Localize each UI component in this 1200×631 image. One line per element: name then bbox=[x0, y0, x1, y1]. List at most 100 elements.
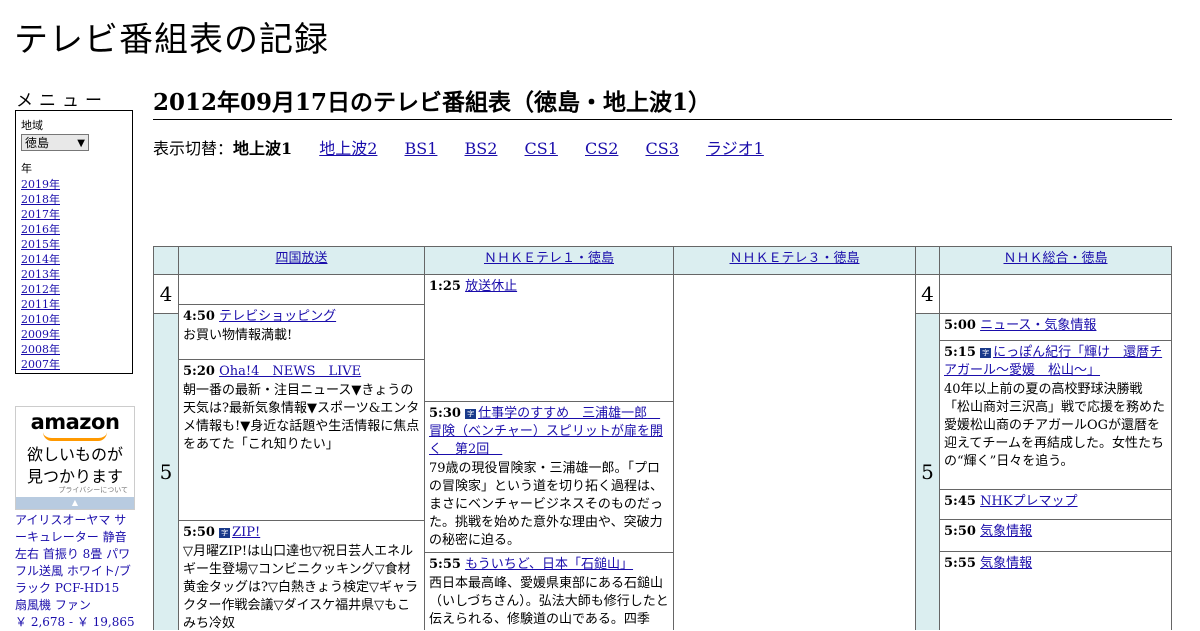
switcher-current: 地上波1 bbox=[233, 139, 293, 158]
switcher-link-bs1[interactable]: BS1 bbox=[405, 139, 438, 158]
program-time: 5:20 bbox=[183, 364, 215, 379]
year-link[interactable]: 2015年 bbox=[21, 238, 60, 251]
program-time: 5:55 bbox=[944, 556, 976, 571]
subtitle-badge-icon: 字 bbox=[219, 528, 231, 538]
program-time: 5:45 bbox=[944, 494, 976, 509]
program-cell: 5:50 字 ZIP! ▽月曜ZIP!は山口達也▽祝日芸人エネルギー生登場▽コンビ… bbox=[178, 520, 425, 630]
program-title[interactable]: 気象情報 bbox=[980, 524, 1032, 539]
year-link[interactable]: 2017年 bbox=[21, 208, 60, 221]
program-title[interactable]: テレビショッピング bbox=[219, 309, 336, 324]
channel-header: 四国放送 bbox=[178, 246, 425, 275]
dropdown-arrow-icon: ▼ bbox=[77, 138, 85, 149]
menu-title: メニュー bbox=[16, 91, 108, 111]
program-grid: 四国放送 ＮＨＫＥテレ１・徳島 ＮＨＫＥテレ３・徳島 ＮＨＫ総合・徳島 4 5 … bbox=[153, 246, 1172, 630]
program-desc: 朝一番の最新・注目ニュース▼きょうの天気は?最新気象情報▼スポーツ&エンタメ情報… bbox=[183, 383, 420, 452]
site-title: テレビ番組表の記録 bbox=[14, 20, 329, 60]
program-time: 4:50 bbox=[183, 309, 215, 324]
program-time: 5:50 bbox=[183, 525, 215, 540]
program-cell: 5:45 NHKプレマップ bbox=[939, 489, 1172, 520]
program-title[interactable]: NHKプレマップ bbox=[980, 494, 1077, 509]
program-empty bbox=[939, 274, 1172, 314]
grid-corner bbox=[915, 246, 940, 275]
program-cell: 5:55 気象情報 bbox=[939, 551, 1172, 630]
program-time: 5:55 bbox=[429, 557, 461, 572]
hour-label: 5 bbox=[915, 313, 940, 630]
menu-box: 地域 徳島 ▼ 年 2019年 2018年 2017年 2016年 2015年 … bbox=[15, 110, 133, 374]
program-time: 5:50 bbox=[944, 524, 976, 539]
program-cell: 5:30 字仕事学のすすめ 三浦雄一郎 冒険（ベンチャー）スピリットが扉を開く … bbox=[424, 401, 674, 553]
program-title[interactable]: 放送休止 bbox=[465, 279, 517, 294]
program-cell: 4:50 テレビショッピング お買い物情報満載! bbox=[178, 304, 425, 360]
ad-catchphrase: 欲しいものが 見つかります bbox=[16, 444, 134, 488]
channel-header: ＮＨＫＥテレ１・徳島 bbox=[424, 246, 674, 275]
year-link[interactable]: 2009年 bbox=[21, 328, 60, 341]
channel-link[interactable]: ＮＨＫＥテレ１・徳島 bbox=[484, 251, 614, 266]
channel-link[interactable]: 四国放送 bbox=[275, 251, 327, 266]
program-desc: お買い物情報満載! bbox=[183, 328, 293, 343]
ad-price: ￥ 2,678 - ￥ 19,865 bbox=[15, 615, 135, 629]
program-title[interactable]: Oha!4 NEWS LIVE bbox=[219, 364, 361, 379]
program-cell: 5:50 気象情報 bbox=[939, 519, 1172, 552]
up-triangle-icon: ▲ bbox=[71, 498, 79, 507]
region-select-value: 徳島 bbox=[25, 136, 50, 150]
program-desc: 西日本最高峰、愛媛県東部にある石鎚山（いしづちさん）。弘法大師も修行したと伝えら… bbox=[429, 576, 669, 627]
program-desc: ▽月曜ZIP!は山口達也▽祝日芸人エネルギー生登場▽コンビニクッキング▽食材黄金… bbox=[183, 544, 418, 630]
program-title[interactable]: にっぽん紀行「輝け 還暦チアガール～愛媛 松山～」 bbox=[944, 345, 1162, 378]
year-link[interactable]: 2012年 bbox=[21, 283, 60, 296]
switcher-link-chijo2[interactable]: 地上波2 bbox=[319, 139, 377, 158]
ad-product[interactable]: アイリスオーヤマ サーキュレーター 静音 左右 首振り 8畳 パワフル送風 ホワ… bbox=[15, 512, 135, 631]
switcher-link-radio1[interactable]: ラジオ1 bbox=[706, 139, 764, 158]
channel-link[interactable]: ＮＨＫＥテレ３・徳島 bbox=[729, 251, 859, 266]
ad-product-link[interactable]: アイリスオーヤマ サーキュレーター 静音 左右 首振り 8畳 パワフル送風 ホワ… bbox=[15, 513, 131, 612]
program-time: 5:15 bbox=[944, 345, 976, 360]
program-time: 1:25 bbox=[429, 279, 461, 294]
program-empty bbox=[178, 274, 425, 305]
switcher-label: 表示切替： bbox=[153, 139, 234, 158]
program-desc: 40年以上前の夏の高校野球決勝戦「松山商対三沢高」戦で応援を務めた愛媛松山商のチ… bbox=[944, 382, 1166, 469]
switcher-link-cs1[interactable]: CS1 bbox=[525, 139, 558, 158]
switcher-link-cs2[interactable]: CS2 bbox=[585, 139, 618, 158]
hour-label: 4 bbox=[153, 274, 179, 314]
year-link[interactable]: 2014年 bbox=[21, 253, 60, 266]
switcher-link-cs3[interactable]: CS3 bbox=[646, 139, 679, 158]
year-link[interactable]: 2011年 bbox=[21, 298, 60, 311]
program-cell: 1:25 放送休止 bbox=[424, 274, 674, 402]
year-link[interactable]: 2019年 bbox=[21, 178, 60, 191]
year-link[interactable]: 2007年 bbox=[21, 358, 60, 371]
ad-collapse-bar[interactable]: ▲ bbox=[16, 497, 134, 509]
program-title[interactable]: もういちど、日本「石鎚山」 bbox=[465, 557, 633, 572]
channel-header: ＮＨＫ総合・徳島 bbox=[939, 246, 1172, 275]
page-heading: 2012年09月17日のテレビ番組表（徳島・地上波1） bbox=[153, 83, 1172, 120]
channel-link[interactable]: ＮＨＫ総合・徳島 bbox=[1003, 251, 1107, 266]
subtitle-badge-icon: 字 bbox=[980, 348, 992, 358]
amazon-ad[interactable]: amazon 欲しいものが 見つかります プライバシーについて ▲ bbox=[15, 406, 135, 510]
region-label: 地域 bbox=[21, 119, 43, 132]
amazon-logo: amazon bbox=[30, 410, 120, 434]
program-time: 5:00 bbox=[944, 318, 976, 333]
year-link[interactable]: 2008年 bbox=[21, 343, 60, 356]
year-link[interactable]: 2013年 bbox=[21, 268, 60, 281]
program-title[interactable]: 気象情報 bbox=[980, 556, 1032, 571]
program-title[interactable]: ZIP! bbox=[232, 525, 260, 540]
program-cell: 5:55 もういちど、日本「石鎚山」 西日本最高峰、愛媛県東部にある石鎚山（いし… bbox=[424, 552, 674, 630]
channel-header: ＮＨＫＥテレ３・徳島 bbox=[673, 246, 916, 275]
program-cell: 5:00 ニュース・気象情報 bbox=[939, 313, 1172, 341]
year-link[interactable]: 2010年 bbox=[21, 313, 60, 326]
grid-corner bbox=[153, 246, 179, 275]
year-link[interactable]: 2018年 bbox=[21, 193, 60, 206]
program-title[interactable]: ニュース・気象情報 bbox=[980, 318, 1096, 333]
program-cell: 5:20 Oha!4 NEWS LIVE 朝一番の最新・注目ニュース▼きょうの天… bbox=[178, 359, 425, 521]
program-desc: 79歳の現役冒険家・三浦雄一郎。「プロの冒険家」という道を切り拓く過程は、まさに… bbox=[429, 461, 664, 548]
year-list: 2019年 2018年 2017年 2016年 2015年 2014年 2013… bbox=[21, 177, 127, 372]
year-link[interactable]: 2016年 bbox=[21, 223, 60, 236]
year-label: 年 bbox=[21, 162, 32, 175]
switcher-link-bs2[interactable]: BS2 bbox=[465, 139, 498, 158]
channel-switcher: 表示切替：地上波1 地上波2 BS1 BS2 CS1 CS2 CS3 ラジオ1 bbox=[153, 135, 786, 159]
hour-label: 5 bbox=[153, 313, 179, 630]
ad-privacy-link[interactable]: プライバシーについて bbox=[58, 485, 128, 495]
ad-catch-line: 欲しいものが bbox=[26, 445, 123, 464]
region-select[interactable]: 徳島 ▼ bbox=[21, 134, 89, 151]
program-time: 5:30 bbox=[429, 406, 461, 421]
program-title[interactable]: 仕事学のすすめ 三浦雄一郎 冒険（ベンチャー）スピリットが扉を開く 第2回 bbox=[429, 406, 663, 457]
hour-label: 4 bbox=[915, 274, 940, 314]
